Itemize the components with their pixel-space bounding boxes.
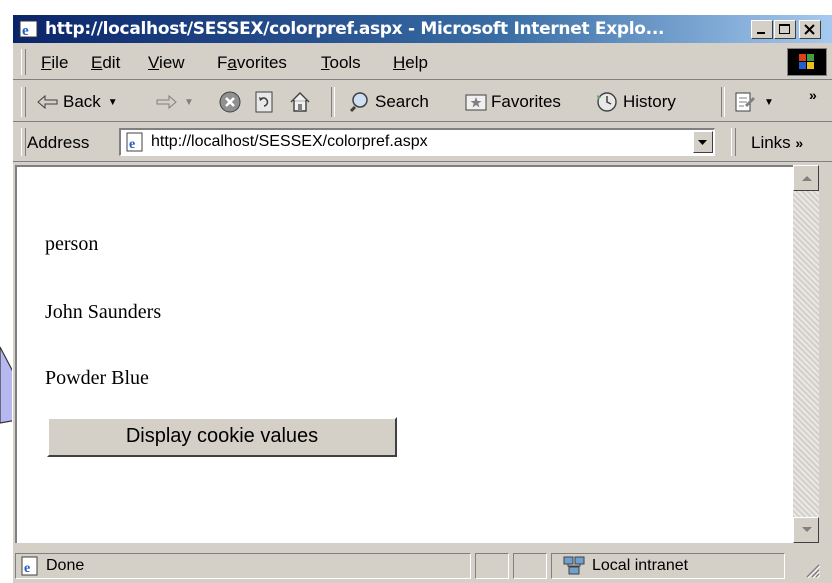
standard-toolbar: Back ▼ ▼ Search Favorites History ▼ » xyxy=(13,81,832,122)
toolbar-separator xyxy=(331,87,335,117)
maximize-icon xyxy=(779,24,790,34)
page-done-icon: e xyxy=(21,556,38,576)
favorites-label: Favorites xyxy=(491,92,561,111)
scroll-up-icon xyxy=(802,176,812,181)
edit-document-icon xyxy=(735,92,755,112)
links-grip[interactable] xyxy=(731,128,736,156)
address-dropdown-button[interactable] xyxy=(693,131,713,153)
favorites-icon xyxy=(465,94,487,111)
windows-logo-throbber xyxy=(787,48,827,76)
links-button[interactable]: Links » xyxy=(751,133,803,153)
stop-button[interactable] xyxy=(219,89,241,115)
zone-pane: Local intranet xyxy=(551,553,785,579)
chevron-down-icon xyxy=(698,140,707,145)
home-icon xyxy=(290,92,310,112)
back-label: Back xyxy=(63,92,101,111)
zone-label: Local intranet xyxy=(592,557,689,574)
windows-logo-icon xyxy=(799,54,814,69)
status-text: Done xyxy=(46,557,85,574)
ie-icon: e xyxy=(19,20,38,39)
page-text-name: John Saunders xyxy=(45,301,162,323)
address-input[interactable]: e http://localhost/SESSEX/colorpref.aspx xyxy=(119,128,715,156)
minimize-button[interactable] xyxy=(751,20,773,39)
search-label: Search xyxy=(375,92,429,111)
display-cookie-values-button[interactable]: Display cookie values xyxy=(47,417,397,457)
address-url: http://localhost/SESSEX/colorpref.aspx xyxy=(151,133,428,150)
menu-tools[interactable]: Tools xyxy=(321,53,361,73)
forward-button[interactable]: ▼ xyxy=(155,89,194,115)
links-chevron-icon: » xyxy=(795,135,804,151)
home-button[interactable] xyxy=(289,89,311,115)
scroll-up-button[interactable] xyxy=(793,165,819,191)
close-button[interactable] xyxy=(799,20,821,39)
address-bar: Address e http://localhost/SESSEX/colorp… xyxy=(13,123,832,162)
back-button[interactable]: Back ▼ xyxy=(37,89,118,115)
menu-help[interactable]: Help xyxy=(393,53,428,73)
content-area: person John Saunders Powder Blue Display… xyxy=(13,165,832,545)
svg-text:e: e xyxy=(22,23,29,39)
search-icon xyxy=(349,92,368,113)
address-grip[interactable] xyxy=(21,128,26,156)
page-text-color: Powder Blue xyxy=(45,367,149,389)
history-button[interactable]: History xyxy=(595,89,676,115)
status-bar: e Done Local intranet xyxy=(13,549,832,581)
page-ie-icon: e xyxy=(126,132,143,152)
address-label: Address xyxy=(27,133,90,152)
scroll-down-icon xyxy=(802,527,812,532)
vertical-scrollbar[interactable] xyxy=(793,165,819,543)
status-pane-2 xyxy=(475,553,509,579)
toolbar-grip[interactable] xyxy=(21,87,26,117)
refresh-button[interactable] xyxy=(253,89,275,115)
toolbar-overflow-chevron-icon[interactable]: » xyxy=(809,87,817,103)
maximize-button[interactable] xyxy=(774,20,796,39)
menu-bar: File Edit View Favorites Tools Help xyxy=(13,45,832,80)
favorites-button[interactable]: Favorites xyxy=(465,89,561,115)
browser-window: e http://localhost/SESSEX/colorpref.aspx… xyxy=(12,14,832,583)
close-icon xyxy=(804,24,815,35)
title-bar[interactable]: e http://localhost/SESSEX/colorpref.aspx… xyxy=(13,15,832,43)
edit-page-button[interactable]: ▼ xyxy=(733,89,774,115)
menu-view[interactable]: View xyxy=(148,53,185,73)
web-page: person John Saunders Powder Blue Display… xyxy=(15,165,793,543)
status-pane-3 xyxy=(513,553,547,579)
minimize-icon xyxy=(757,32,765,34)
search-button[interactable]: Search xyxy=(349,89,429,115)
back-arrow-icon xyxy=(37,94,58,110)
svg-text:e: e xyxy=(24,561,30,576)
history-icon xyxy=(597,92,617,112)
page-text-person: person xyxy=(45,233,99,255)
refresh-icon xyxy=(255,91,273,113)
forward-arrow-icon xyxy=(156,94,177,110)
status-text-pane: e Done xyxy=(15,553,471,579)
stop-icon xyxy=(219,91,241,113)
svg-text:e: e xyxy=(129,137,135,152)
menu-favorites[interactable]: Favorites xyxy=(217,53,287,73)
local-intranet-icon xyxy=(563,556,585,575)
edit-dropdown-icon[interactable]: ▼ xyxy=(764,97,774,108)
back-dropdown-icon[interactable]: ▼ xyxy=(108,97,118,108)
forward-dropdown-icon[interactable]: ▼ xyxy=(184,97,194,108)
resize-grip-icon[interactable] xyxy=(803,561,821,579)
window-title: http://localhost/SESSEX/colorpref.aspx -… xyxy=(45,19,665,39)
menu-edit[interactable]: Edit xyxy=(91,53,120,73)
toolbar-separator-2 xyxy=(721,87,725,117)
history-label: History xyxy=(623,92,676,111)
menu-grip[interactable] xyxy=(21,49,26,75)
scroll-down-button[interactable] xyxy=(793,517,819,543)
menu-file[interactable]: File xyxy=(41,53,68,73)
